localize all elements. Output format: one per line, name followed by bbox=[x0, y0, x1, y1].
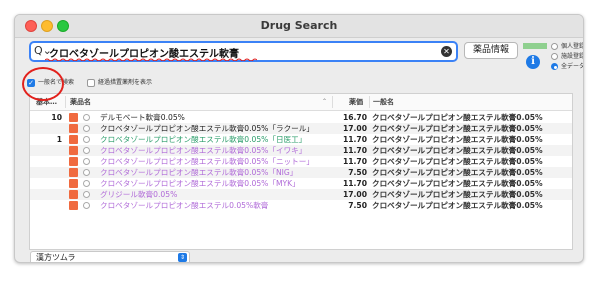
header-generic-name[interactable]: 一般名 bbox=[373, 97, 394, 107]
header-price[interactable]: 薬価 bbox=[349, 97, 363, 107]
table-row[interactable]: 10 デルモベート軟膏0.05% 16.70 クロベタゾールプロピオン酸エステル軟膏0… bbox=[30, 112, 572, 123]
generic-name: クロベタゾールプロピオン酸エステル軟膏0.05% bbox=[372, 157, 543, 166]
row-radio[interactable] bbox=[83, 191, 90, 198]
table-row[interactable]: クロベタゾールプロピオン酸エステル軟膏0.05%「NIG」 7.50 クロベタゾール… bbox=[30, 167, 572, 178]
row-radio[interactable] bbox=[83, 180, 90, 187]
table-row[interactable]: グリジール軟膏0.05% 17.00 クロベタゾールプロピオン酸エステル軟膏0.05… bbox=[30, 189, 572, 200]
column-divider bbox=[332, 96, 333, 108]
column-divider bbox=[65, 96, 66, 108]
filter-radio-label: 個人登録 bbox=[561, 43, 584, 50]
header-drug-name[interactable]: 薬品名 bbox=[70, 97, 91, 107]
drug-name: デルモベート軟膏0.05% bbox=[100, 113, 185, 122]
clear-icon[interactable]: ✕ bbox=[441, 46, 452, 57]
row-count: 10 bbox=[51, 113, 62, 122]
filter-radio-label: 施設登録 bbox=[561, 53, 584, 60]
filter-radio-facility[interactable]: 施設登録 bbox=[551, 52, 584, 62]
row-radio[interactable] bbox=[83, 136, 90, 143]
color-swatch bbox=[69, 157, 78, 166]
drug-table: 基本… 薬品名 ⌃ 薬価 一般名 10 デルモベート軟膏0.05% 16.70 クロベ… bbox=[29, 93, 573, 250]
drug-price: 11.70 bbox=[342, 157, 367, 166]
drug-price: 11.70 bbox=[342, 135, 367, 144]
drug-price: 7.50 bbox=[348, 201, 367, 210]
row-radio[interactable] bbox=[83, 158, 90, 165]
status-color-bar bbox=[523, 43, 547, 49]
generic-name: クロベタゾールプロピオン酸エステル軟膏0.05% bbox=[372, 146, 543, 155]
generic-name: クロベタゾールプロピオン酸エステル軟膏0.05% bbox=[372, 190, 543, 199]
drug-name: グリジール軟膏0.05% bbox=[100, 190, 178, 199]
generic-name: クロベタゾールプロピオン酸エステル軟膏0.05% bbox=[372, 179, 543, 188]
color-swatch bbox=[69, 190, 78, 199]
filter-radio-label: 全データ bbox=[561, 63, 584, 70]
filter-radio-personal[interactable]: 個人登録 bbox=[551, 42, 584, 52]
table-row[interactable]: クロベタゾールプロピオン酸エステル軟膏0.05%「MYK」 11.70 クロベタゾー… bbox=[30, 178, 572, 189]
spellcheck-underline bbox=[45, 58, 257, 61]
color-swatch bbox=[69, 201, 78, 210]
title-bar: Drug Search bbox=[15, 15, 583, 38]
generic-name: クロベタゾールプロピオン酸エステル軟膏0.05% bbox=[372, 124, 543, 133]
checkbox-box bbox=[87, 79, 95, 87]
generic-name: クロベタゾールプロピオン酸エステル軟膏0.05% bbox=[372, 113, 543, 122]
maker-select[interactable]: 漢方ツムラ ⇕ bbox=[30, 251, 190, 262]
drug-name: クロベタゾールプロピオン酸エステル0.05%軟膏 bbox=[100, 201, 269, 210]
drug-price: 11.70 bbox=[342, 179, 367, 188]
row-radio[interactable] bbox=[83, 147, 90, 154]
color-swatch bbox=[69, 135, 78, 144]
row-count: 1 bbox=[56, 135, 62, 144]
drug-info-button[interactable]: 薬品情報 bbox=[464, 42, 518, 59]
filter-radio-all-data[interactable]: 全データ bbox=[551, 62, 584, 72]
radio-dot bbox=[551, 63, 558, 70]
color-swatch bbox=[69, 168, 78, 177]
drug-price: 17.00 bbox=[342, 124, 367, 133]
table-row[interactable]: クロベタゾールプロピオン酸エステル軟膏0.05%「ニットー」 11.70 クロベタゾ… bbox=[30, 156, 572, 167]
drug-price: 16.70 bbox=[342, 113, 367, 122]
drug-search-window: Drug Search Q⌄ クロベタゾールプロピオン酸エステル軟膏 ✕ 薬品情… bbox=[14, 14, 584, 263]
checkbox-label: 経過措置薬剤を表示 bbox=[98, 79, 153, 86]
drug-name: クロベタゾールプロピオン酸エステル軟膏0.05%「NIG」 bbox=[100, 168, 298, 177]
drug-price: 7.50 bbox=[348, 168, 367, 177]
drug-name: クロベタゾールプロピオン酸エステル軟膏0.05%「MYK」 bbox=[100, 179, 300, 188]
color-swatch bbox=[69, 179, 78, 188]
sort-chevron-icon: ⌃ bbox=[322, 98, 328, 105]
row-radio[interactable] bbox=[83, 114, 90, 121]
radio-dot bbox=[551, 43, 558, 50]
drug-price: 11.70 bbox=[342, 146, 367, 155]
color-swatch bbox=[69, 113, 78, 122]
row-radio[interactable] bbox=[83, 169, 90, 176]
table-row[interactable]: クロベタゾールプロピオン酸エステル軟膏0.05%「ラクール」 17.00 クロベタゾ… bbox=[30, 123, 572, 134]
drug-name: クロベタゾールプロピオン酸エステル軟膏0.05%「ニットー」 bbox=[100, 157, 314, 166]
color-swatch bbox=[69, 124, 78, 133]
drug-name: クロベタゾールプロピオン酸エステル軟膏0.05%「日医工」 bbox=[100, 135, 307, 144]
row-radio[interactable] bbox=[83, 125, 90, 132]
table-row[interactable]: クロベタゾールプロピオン酸エステル軟膏0.05%「イワキ」 11.70 クロベタゾー… bbox=[30, 145, 572, 156]
table-row[interactable]: クロベタゾールプロピオン酸エステル0.05%軟膏 7.50 クロベタゾールプロピオン… bbox=[30, 200, 572, 211]
column-divider bbox=[369, 96, 370, 108]
window-title: Drug Search bbox=[260, 19, 338, 32]
generic-name: クロベタゾールプロピオン酸エステル軟膏0.05% bbox=[372, 168, 543, 177]
table-header: 基本… 薬品名 ⌃ 薬価 一般名 bbox=[30, 94, 572, 111]
chevron-updown-icon: ⇕ bbox=[178, 253, 187, 262]
row-radio[interactable] bbox=[83, 202, 90, 209]
generic-name: クロベタゾールプロピオン酸エステル軟膏0.05% bbox=[372, 201, 543, 210]
drug-name: クロベタゾールプロピオン酸エステル軟膏0.05%「イワキ」 bbox=[100, 146, 307, 155]
drug-name: クロベタゾールプロピオン酸エステル軟膏0.05%「ラクール」 bbox=[100, 124, 314, 133]
table-row[interactable]: 1 クロベタゾールプロピオン酸エステル軟膏0.05%「日医工」 11.70 クロベタゾ… bbox=[30, 134, 572, 145]
maker-select-value: 漢方ツムラ bbox=[36, 253, 76, 262]
generic-name: クロベタゾールプロピオン酸エステル軟膏0.05% bbox=[372, 135, 543, 144]
color-swatch bbox=[69, 146, 78, 155]
info-icon[interactable]: i bbox=[526, 55, 540, 69]
radio-dot bbox=[551, 53, 558, 60]
drug-price: 17.00 bbox=[342, 190, 367, 199]
annotation-circle bbox=[22, 67, 64, 101]
